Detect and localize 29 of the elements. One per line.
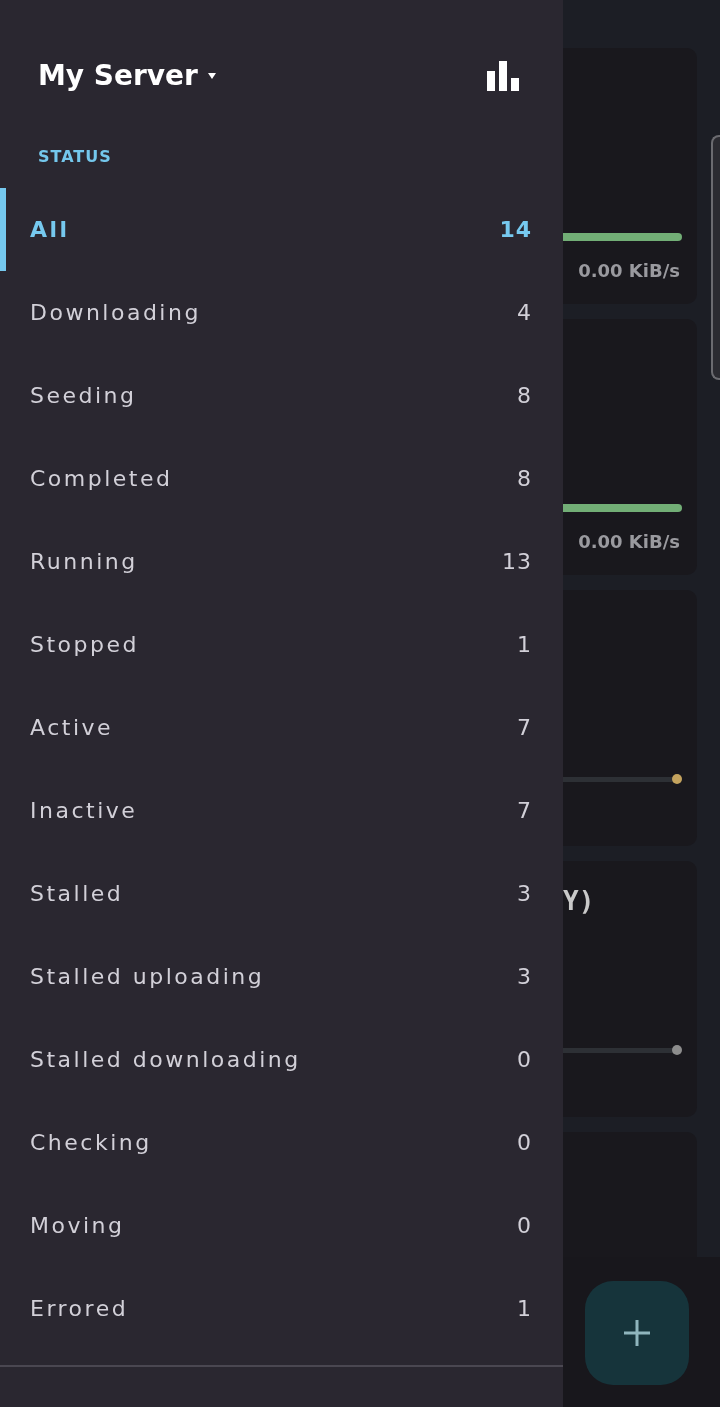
status-filter-item[interactable]: Seeding 8	[0, 354, 563, 437]
status-filter-item[interactable]: Stalled 3	[0, 852, 563, 935]
status-filter-item[interactable]: All 14	[0, 188, 563, 271]
torrent-card[interactable]: 0.00 KiB/s	[563, 319, 697, 575]
plus-icon	[624, 1320, 650, 1346]
status-filter-item[interactable]: Errored 1	[0, 1267, 563, 1350]
caret-icon	[207, 73, 216, 79]
status-filter-item[interactable]: Checking 0	[0, 1101, 563, 1184]
status-filter-item[interactable]: Stalled uploading 3	[0, 935, 563, 1018]
torrent-card[interactable]: 0.00 KiB/s	[563, 48, 697, 304]
server-selector[interactable]: My Server	[38, 56, 216, 96]
torrent-card[interactable]: Y)	[563, 861, 697, 1117]
status-filter-item[interactable]: Inactive 7	[0, 769, 563, 852]
status-filter-item[interactable]: Active 7	[0, 686, 563, 769]
transfer-speed: 0.00 KiB/s	[578, 531, 680, 553]
status-filter-item[interactable]: Completed 8	[0, 437, 563, 520]
transfer-speed: 0.00 KiB/s	[578, 260, 680, 282]
bar-chart-icon	[487, 61, 519, 91]
scrollbar-thumb[interactable]	[711, 135, 720, 380]
add-button[interactable]	[585, 1281, 689, 1385]
torrent-name: Y)	[563, 885, 595, 918]
status-filter-item[interactable]: Stopped 1	[0, 603, 563, 686]
torrent-card[interactable]	[563, 590, 697, 846]
status-filter-item[interactable]: Running 13	[0, 520, 563, 603]
section-heading: STATUS	[38, 146, 112, 168]
status-filter-item[interactable]: Downloading 4	[0, 271, 563, 354]
statistics-button[interactable]	[487, 61, 519, 91]
status-filter-item[interactable]: Moving 0	[0, 1184, 563, 1267]
status-filter-item[interactable]: Stalled downloading 0	[0, 1018, 563, 1101]
